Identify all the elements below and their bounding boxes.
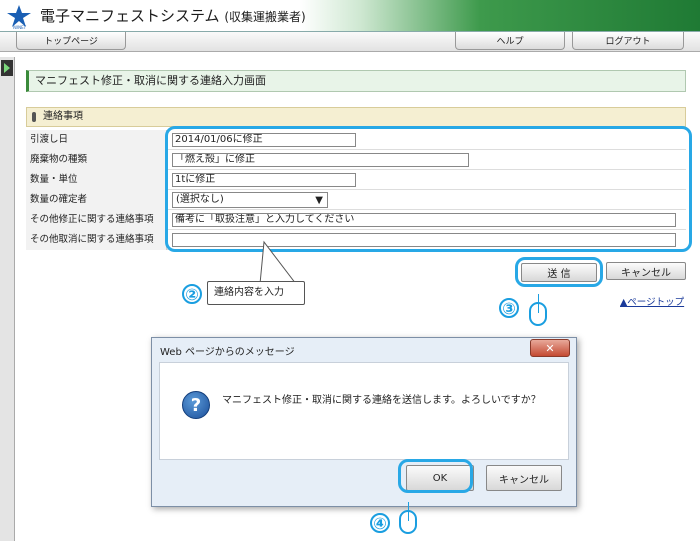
quantity-confirmer-label: 数量の確定者: [26, 190, 167, 210]
step4-number-badge: ④: [370, 513, 390, 533]
mouse-icon: [529, 294, 547, 326]
pin-icon: [32, 112, 36, 122]
app-title-text: 電子マニフェストシステム: [40, 7, 220, 25]
callout-pointer: [259, 240, 298, 285]
dialog-message: マニフェスト修正・取消に関する連絡を送信します。よろしいですか？: [222, 395, 541, 406]
app-title: 電子マニフェストシステム (収集運搬業者): [40, 5, 306, 26]
svg-text:JWNET: JWNET: [12, 25, 27, 29]
dialog-cancel-button[interactable]: キャンセル: [486, 465, 562, 491]
message-dialog: Web ページからのメッセージ ✕ ? マニフェスト修正・取消に関する連絡を送信…: [151, 337, 577, 507]
page-top-link[interactable]: ▲ページトップ: [620, 294, 684, 308]
section-title: 連絡事項: [43, 111, 83, 122]
page-title: マニフェスト修正・取消に関する連絡入力画面: [26, 70, 686, 92]
logout-tab[interactable]: ログアウト: [572, 32, 684, 50]
sidebar-expand-icon[interactable]: [1, 60, 13, 76]
step2-number-badge: ②: [182, 284, 202, 304]
header-gradient-band: [300, 0, 700, 31]
other-cancellation-label: その他取消に関する連絡事項: [26, 230, 167, 250]
help-tab[interactable]: ヘルプ: [455, 32, 565, 50]
delivery-date-label: 引渡し日: [26, 130, 167, 150]
mouse-icon-2: [399, 502, 417, 534]
question-icon: ?: [182, 391, 210, 419]
other-correction-label: その他修正に関する連絡事項: [26, 210, 167, 230]
section-header: 連絡事項: [26, 107, 686, 127]
send-button-highlight: [515, 257, 603, 287]
left-sidebar: [0, 57, 15, 541]
step3-number-badge: ③: [499, 298, 519, 318]
quantity-unit-label: 数量・単位: [26, 170, 167, 190]
form-cancel-button[interactable]: キャンセル: [606, 262, 686, 280]
ok-button-highlight: [398, 459, 473, 493]
dialog-title: Web ページからのメッセージ: [160, 347, 295, 358]
dialog-body: ? マニフェスト修正・取消に関する連絡を送信します。よろしいですか？: [159, 362, 569, 460]
app-subtitle: (収集運搬業者): [224, 10, 306, 24]
step2-callout: 連絡内容を入力: [207, 281, 305, 305]
waste-type-label: 廃棄物の種類: [26, 150, 167, 170]
fields-highlight: [165, 126, 692, 252]
jwnet-logo-icon: JWNET: [7, 5, 31, 29]
top-page-tab[interactable]: トップページ: [16, 32, 126, 50]
dialog-close-button[interactable]: ✕: [530, 339, 570, 357]
